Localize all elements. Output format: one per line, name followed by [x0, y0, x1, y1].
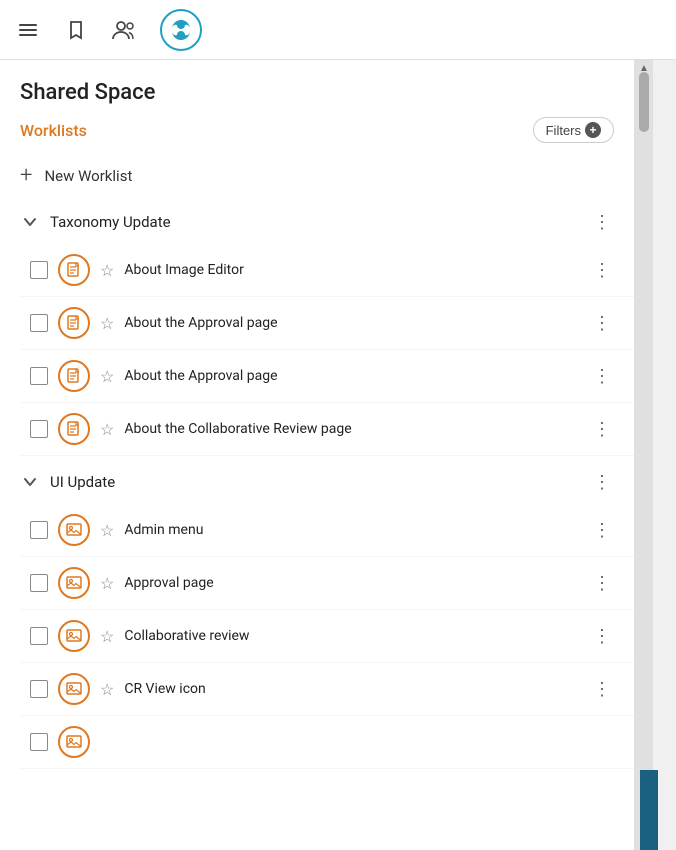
item-label: Collaborative review: [124, 628, 580, 644]
worklists-label: Worklists: [20, 121, 87, 140]
list-item: ☆ About the Collaborative Review page ⋮: [20, 403, 634, 456]
ui-group-header[interactable]: UI Update ⋮: [0, 460, 634, 504]
list-item: ☆ Collaborative review ⋮: [20, 610, 634, 663]
item-checkbox[interactable]: [30, 627, 48, 645]
item-menu-button[interactable]: ⋮: [590, 624, 614, 648]
image-icon: [58, 567, 90, 599]
item-star-icon[interactable]: ☆: [100, 627, 114, 646]
item-menu-button[interactable]: ⋮: [590, 417, 614, 441]
bookmark-icon[interactable]: [60, 14, 92, 46]
item-menu-button[interactable]: ⋮: [590, 258, 614, 282]
item-label: CR View icon: [124, 681, 580, 697]
item-star-icon[interactable]: ☆: [100, 420, 114, 439]
menu-icon[interactable]: [12, 14, 44, 46]
item-menu-button[interactable]: ⋮: [590, 571, 614, 595]
doc-icon: [58, 360, 90, 392]
new-worklist-row[interactable]: + New Worklist: [0, 151, 634, 200]
taxonomy-group-name: Taxonomy Update: [50, 213, 580, 231]
new-worklist-plus-icon: +: [20, 163, 32, 188]
scrollbar[interactable]: ▲ ▼: [635, 60, 653, 850]
main-container: Shared Space Worklists Filters + + New W…: [0, 60, 676, 850]
doc-icon: [58, 413, 90, 445]
item-star-icon[interactable]: ☆: [100, 680, 114, 699]
right-edge-accent: [640, 770, 658, 850]
taxonomy-group-header[interactable]: Taxonomy Update ⋮: [0, 200, 634, 244]
taxonomy-items: ☆ About Image Editor ⋮ ☆ Abou: [0, 244, 634, 456]
item-checkbox[interactable]: [30, 420, 48, 438]
item-label: About the Approval page: [124, 368, 580, 384]
item-checkbox[interactable]: [30, 261, 48, 279]
doc-icon: [58, 254, 90, 286]
list-item: ☆ About the Approval page ⋮: [20, 297, 634, 350]
ui-menu-button[interactable]: ⋮: [590, 470, 614, 494]
item-checkbox[interactable]: [30, 367, 48, 385]
worklist-group-ui: UI Update ⋮ ☆ Admin menu: [0, 460, 634, 769]
filters-plus-icon: +: [585, 122, 601, 138]
filters-button[interactable]: Filters +: [533, 117, 614, 143]
item-checkbox[interactable]: [30, 733, 48, 751]
page-header: Shared Space: [0, 60, 634, 113]
taxonomy-chevron-icon: [20, 212, 40, 232]
item-checkbox[interactable]: [30, 574, 48, 592]
item-menu-button[interactable]: ⋮: [590, 364, 614, 388]
new-worklist-label: New Worklist: [44, 167, 132, 185]
item-label: Approval page: [124, 575, 580, 591]
people-icon[interactable]: [108, 14, 140, 46]
item-checkbox[interactable]: [30, 314, 48, 332]
top-nav: [0, 0, 676, 60]
taxonomy-menu-button[interactable]: ⋮: [590, 210, 614, 234]
list-item-partial: [20, 716, 634, 769]
left-panel: Shared Space Worklists Filters + + New W…: [0, 60, 635, 850]
item-checkbox[interactable]: [30, 521, 48, 539]
item-label: Admin menu: [124, 522, 580, 538]
item-star-icon[interactable]: ☆: [100, 261, 114, 280]
list-item: ☆ Approval page ⋮: [20, 557, 634, 610]
doc-icon: [58, 307, 90, 339]
item-star-icon[interactable]: ☆: [100, 367, 114, 386]
ui-items: ☆ Admin menu ⋮ ☆ Approval pag: [0, 504, 634, 769]
worklist-group-taxonomy: Taxonomy Update ⋮ ☆ About Image Edi: [0, 200, 634, 456]
ui-group-name: UI Update: [50, 473, 580, 491]
item-menu-button[interactable]: ⋮: [590, 311, 614, 335]
list-item: ☆ Admin menu ⋮: [20, 504, 634, 557]
item-star-icon[interactable]: ☆: [100, 314, 114, 333]
item-menu-button[interactable]: ⋮: [590, 518, 614, 542]
item-checkbox[interactable]: [30, 680, 48, 698]
image-icon: [58, 620, 90, 652]
filters-label: Filters: [546, 123, 581, 138]
worklists-section: Worklists Filters +: [0, 113, 634, 143]
image-icon: [58, 726, 90, 758]
item-label: About the Collaborative Review page: [124, 421, 580, 437]
scrollbar-thumb[interactable]: [639, 72, 649, 132]
list-item: ☆ CR View icon ⋮: [20, 663, 634, 716]
image-icon: [58, 673, 90, 705]
worklists-header: Worklists Filters +: [20, 117, 614, 143]
item-label: About Image Editor: [124, 262, 580, 278]
item-menu-button[interactable]: ⋮: [590, 677, 614, 701]
app-logo[interactable]: [160, 9, 202, 51]
item-label: About the Approval page: [124, 315, 580, 331]
list-item: ☆ About Image Editor ⋮: [20, 244, 634, 297]
ui-chevron-icon: [20, 472, 40, 492]
page-title: Shared Space: [20, 80, 614, 105]
item-star-icon[interactable]: ☆: [100, 521, 114, 540]
item-star-icon[interactable]: ☆: [100, 574, 114, 593]
list-item: ☆ About the Approval page ⋮: [20, 350, 634, 403]
image-icon: [58, 514, 90, 546]
